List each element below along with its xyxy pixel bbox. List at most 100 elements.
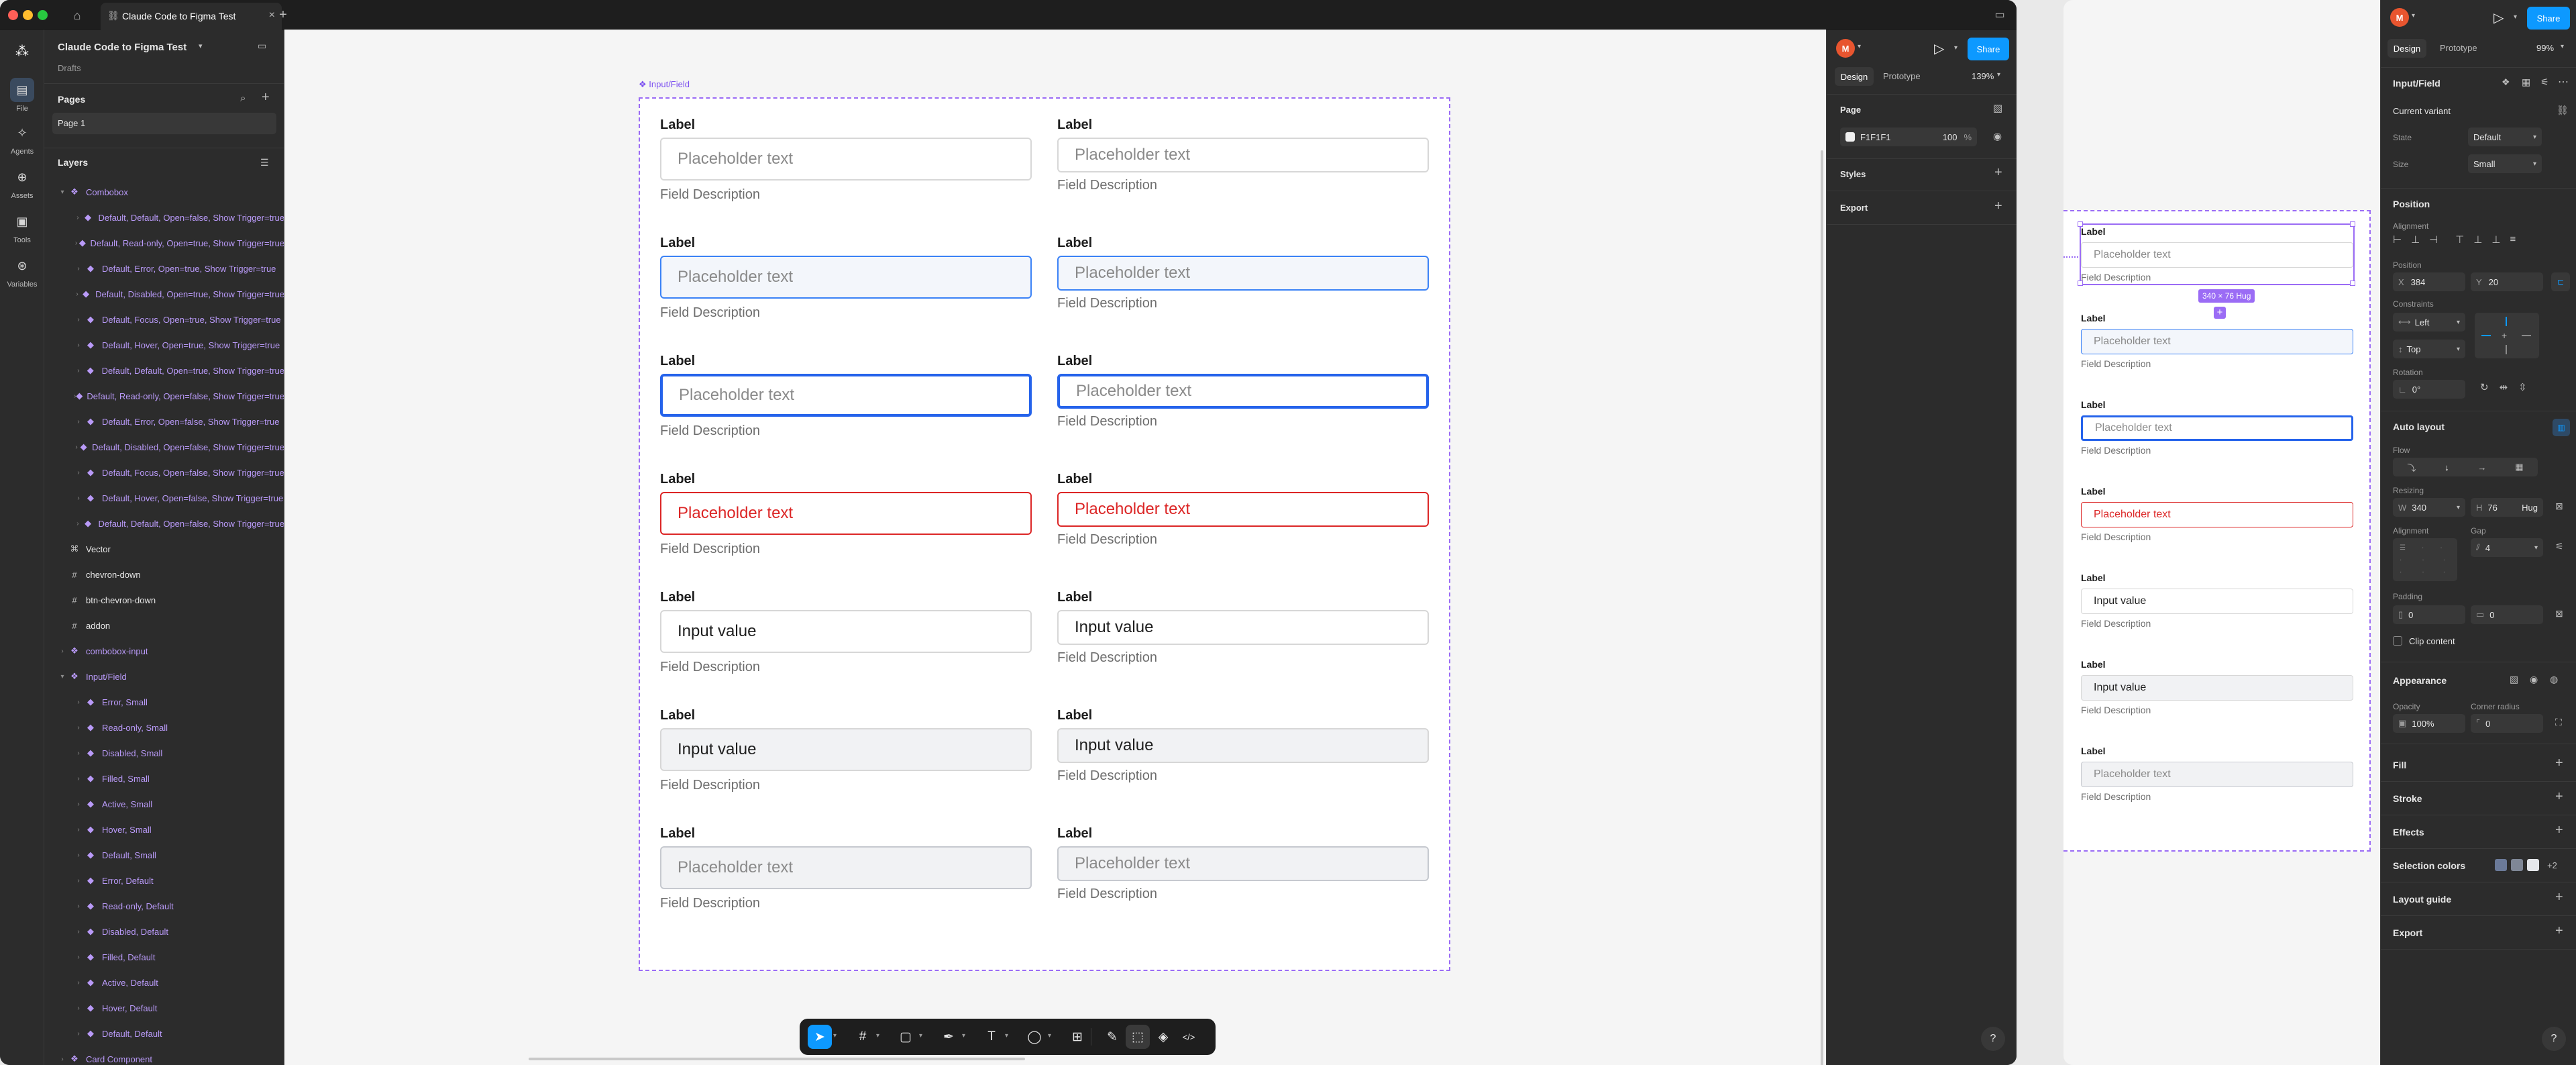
gap-settings-icon[interactable]: ⚟ bbox=[2555, 541, 2564, 552]
add-export-icon[interactable]: + bbox=[2555, 923, 2563, 939]
chevron-right-icon[interactable]: › bbox=[74, 903, 83, 910]
y-field[interactable]: Y 20 bbox=[2471, 272, 2543, 291]
chevron-down-icon[interactable]: ▾ bbox=[1954, 44, 1957, 52]
actions-icon[interactable]: ⊞ bbox=[1065, 1025, 1089, 1049]
align-left-icon[interactable]: ⊢ bbox=[2393, 234, 2402, 254]
selection-colors-more[interactable]: +2 bbox=[2547, 860, 2557, 870]
clip-content-checkbox[interactable] bbox=[2393, 636, 2402, 646]
pen-tool-icon[interactable]: ✒ bbox=[936, 1025, 961, 1049]
zoom-level[interactable]: 99% bbox=[2536, 43, 2554, 53]
collapse-layers-icon[interactable]: ☰ bbox=[260, 157, 269, 168]
home-icon[interactable]: ⌂ bbox=[67, 5, 87, 26]
corner-radius-field[interactable]: ⌜ 0 bbox=[2471, 714, 2543, 733]
layer-row[interactable]: › ◆ Default, Default bbox=[44, 1021, 284, 1046]
padding-horizontal-field[interactable]: ▯ 0 bbox=[2393, 605, 2465, 624]
chevron-right-icon[interactable]: › bbox=[74, 214, 82, 221]
layer-row[interactable]: › ❖ Card Component bbox=[44, 1047, 284, 1065]
design-mode-icon[interactable]: ⬚ bbox=[1126, 1025, 1150, 1049]
align-right-icon[interactable]: ⊣ bbox=[2429, 234, 2438, 254]
selection-color-swatch[interactable] bbox=[2511, 859, 2523, 871]
figma-menu-icon[interactable]: ⁂ bbox=[10, 39, 34, 63]
canvas-secondary[interactable]: Label Placeholder text Field Description 34… bbox=[2063, 0, 2380, 1065]
tab-prototype[interactable]: Prototype bbox=[1883, 71, 1921, 81]
chevron-right-icon[interactable]: › bbox=[58, 648, 67, 655]
chevron-right-icon[interactable]: › bbox=[74, 928, 83, 935]
align-center-h-icon[interactable]: ⊥ bbox=[2411, 234, 2420, 254]
new-tab-icon[interactable]: + bbox=[274, 5, 292, 24]
layer-row[interactable]: › ◆ Default, Disabled, Open=true, Show Tri… bbox=[44, 282, 284, 306]
text-input-readonly[interactable]: Input value bbox=[1057, 728, 1429, 763]
resize-handle[interactable] bbox=[2350, 281, 2355, 286]
text-input-active[interactable]: Placeholder text bbox=[660, 374, 1032, 417]
gap-field[interactable]: ⫽ 4 ▾ bbox=[2471, 538, 2543, 557]
chevron-right-icon[interactable]: › bbox=[58, 1056, 67, 1063]
styles-icon[interactable]: ▧ bbox=[2510, 674, 2518, 685]
layer-row[interactable]: › ◆ Default, Small bbox=[44, 843, 284, 867]
chevron-down-icon[interactable]: ▾ bbox=[2561, 43, 2564, 50]
vertical-scrollbar[interactable] bbox=[1821, 150, 1823, 1065]
chevron-down-icon[interactable]: ▾ bbox=[1005, 1032, 1008, 1039]
chevron-right-icon[interactable]: › bbox=[74, 469, 83, 476]
resize-handle[interactable] bbox=[2078, 281, 2083, 286]
chevron-right-icon[interactable]: › bbox=[74, 520, 82, 527]
chevron-right-icon[interactable]: › bbox=[74, 316, 83, 323]
panel-layout-icon[interactable]: ▭ bbox=[258, 40, 266, 52]
chevron-right-icon[interactable]: › bbox=[74, 1030, 83, 1037]
text-input-disabled[interactable]: Placeholder text bbox=[660, 846, 1032, 889]
text-input-disabled[interactable]: Placeholder text bbox=[1057, 846, 1429, 881]
constraint-horizontal-select[interactable]: ⟷ Left ▾ bbox=[2393, 313, 2465, 332]
chevron-down-icon[interactable]: ▾ bbox=[1997, 71, 2000, 79]
auto-layout-toggle-icon[interactable]: ▥ bbox=[2553, 419, 2570, 436]
padding-vertical-field[interactable]: ▭ 0 bbox=[2471, 605, 2543, 624]
layer-row[interactable]: › ◆ Default, Disabled, Open=false, Show Tr… bbox=[44, 435, 284, 459]
help-button[interactable]: ? bbox=[1981, 1027, 2005, 1051]
chevron-right-icon[interactable]: › bbox=[74, 495, 83, 502]
align-top-icon[interactable]: ⊤ bbox=[2455, 234, 2464, 254]
add-style-icon[interactable]: + bbox=[1994, 165, 2002, 181]
flow-wrap-icon[interactable]: ▦ bbox=[2515, 462, 2523, 472]
add-stroke-icon[interactable]: + bbox=[2555, 789, 2563, 805]
chevron-right-icon[interactable]: › bbox=[74, 699, 83, 706]
minimize-window-button[interactable] bbox=[23, 10, 33, 20]
chevron-right-icon[interactable]: › bbox=[74, 801, 83, 808]
text-input-hover[interactable]: Placeholder text bbox=[2081, 329, 2353, 354]
prototype-mode-icon[interactable]: ◈ bbox=[1151, 1025, 1175, 1049]
input-field-component-set-zoomed[interactable]: Label Placeholder text Field Description 34… bbox=[2063, 210, 2371, 852]
text-input-hover[interactable]: Placeholder text bbox=[1057, 256, 1429, 291]
resize-handle[interactable] bbox=[2350, 221, 2355, 227]
blend-mode-icon[interactable]: ◍ bbox=[2550, 674, 2558, 685]
padding-individual-icon[interactable]: ⊠ bbox=[2555, 608, 2563, 619]
chevron-right-icon[interactable]: › bbox=[74, 291, 80, 298]
link-icon[interactable]: ⛓ bbox=[2557, 105, 2569, 116]
layer-row[interactable]: ▾ ❖ Input/Field bbox=[44, 664, 284, 689]
move-tool-icon[interactable]: ➤ bbox=[808, 1025, 832, 1049]
chevron-right-icon[interactable]: › bbox=[74, 775, 83, 782]
individual-corners-icon[interactable]: ⛶ bbox=[2555, 717, 2562, 728]
constraints-toggle-icon[interactable]: ⊏ bbox=[2551, 272, 2570, 291]
align-center-v-icon[interactable]: ⊥ bbox=[2473, 234, 2482, 254]
selection-color-swatch[interactable] bbox=[2495, 859, 2507, 871]
search-icon[interactable]: ⌕ bbox=[240, 93, 246, 104]
text-input-default[interactable]: Placeholder text bbox=[1057, 138, 1429, 172]
layer-row[interactable]: › ◆ Error, Default bbox=[44, 868, 284, 893]
present-icon[interactable]: ▷ bbox=[1934, 40, 1944, 57]
sidebar-toggle-icon[interactable]: ▭ bbox=[1990, 5, 2010, 24]
chevron-down-icon[interactable]: ▾ bbox=[2412, 12, 2415, 19]
rail-item-assets[interactable]: ⊕ Assets bbox=[0, 165, 44, 201]
size-select[interactable]: Small ▾ bbox=[2468, 154, 2542, 173]
frame-tool-icon[interactable]: # bbox=[851, 1025, 875, 1049]
canvas[interactable]: ❖ Input/Field Label Placeholder text Field… bbox=[284, 30, 1826, 1065]
selection-box[interactable]: 340 × 76 Hug + bbox=[2078, 221, 2355, 319]
variants-icon[interactable]: ▦ bbox=[2522, 77, 2530, 88]
chevron-right-icon[interactable]: › bbox=[74, 342, 83, 349]
alignment-buttons[interactable]: ⊢ ⊥ ⊣ ⊤ ⊥ ⊥ ≡ bbox=[2393, 234, 2574, 254]
chevron-right-icon[interactable]: › bbox=[74, 265, 83, 272]
help-button[interactable]: ? bbox=[2542, 1027, 2566, 1051]
component-icon[interactable]: ❖ bbox=[2502, 77, 2510, 88]
layer-row[interactable]: › ◆ Default, Default, Open=false, Show Tri… bbox=[44, 511, 284, 536]
flip-horizontal-icon[interactable]: ⇹ bbox=[2500, 381, 2508, 393]
layer-row[interactable]: › ◆ Default, Focus, Open=false, Show Trigg… bbox=[44, 460, 284, 485]
distribute-icon[interactable]: ≡ bbox=[2510, 234, 2516, 254]
layer-row[interactable]: › ◆ Error, Small bbox=[44, 690, 284, 714]
chevron-down-icon[interactable]: ▾ bbox=[1858, 43, 1861, 50]
